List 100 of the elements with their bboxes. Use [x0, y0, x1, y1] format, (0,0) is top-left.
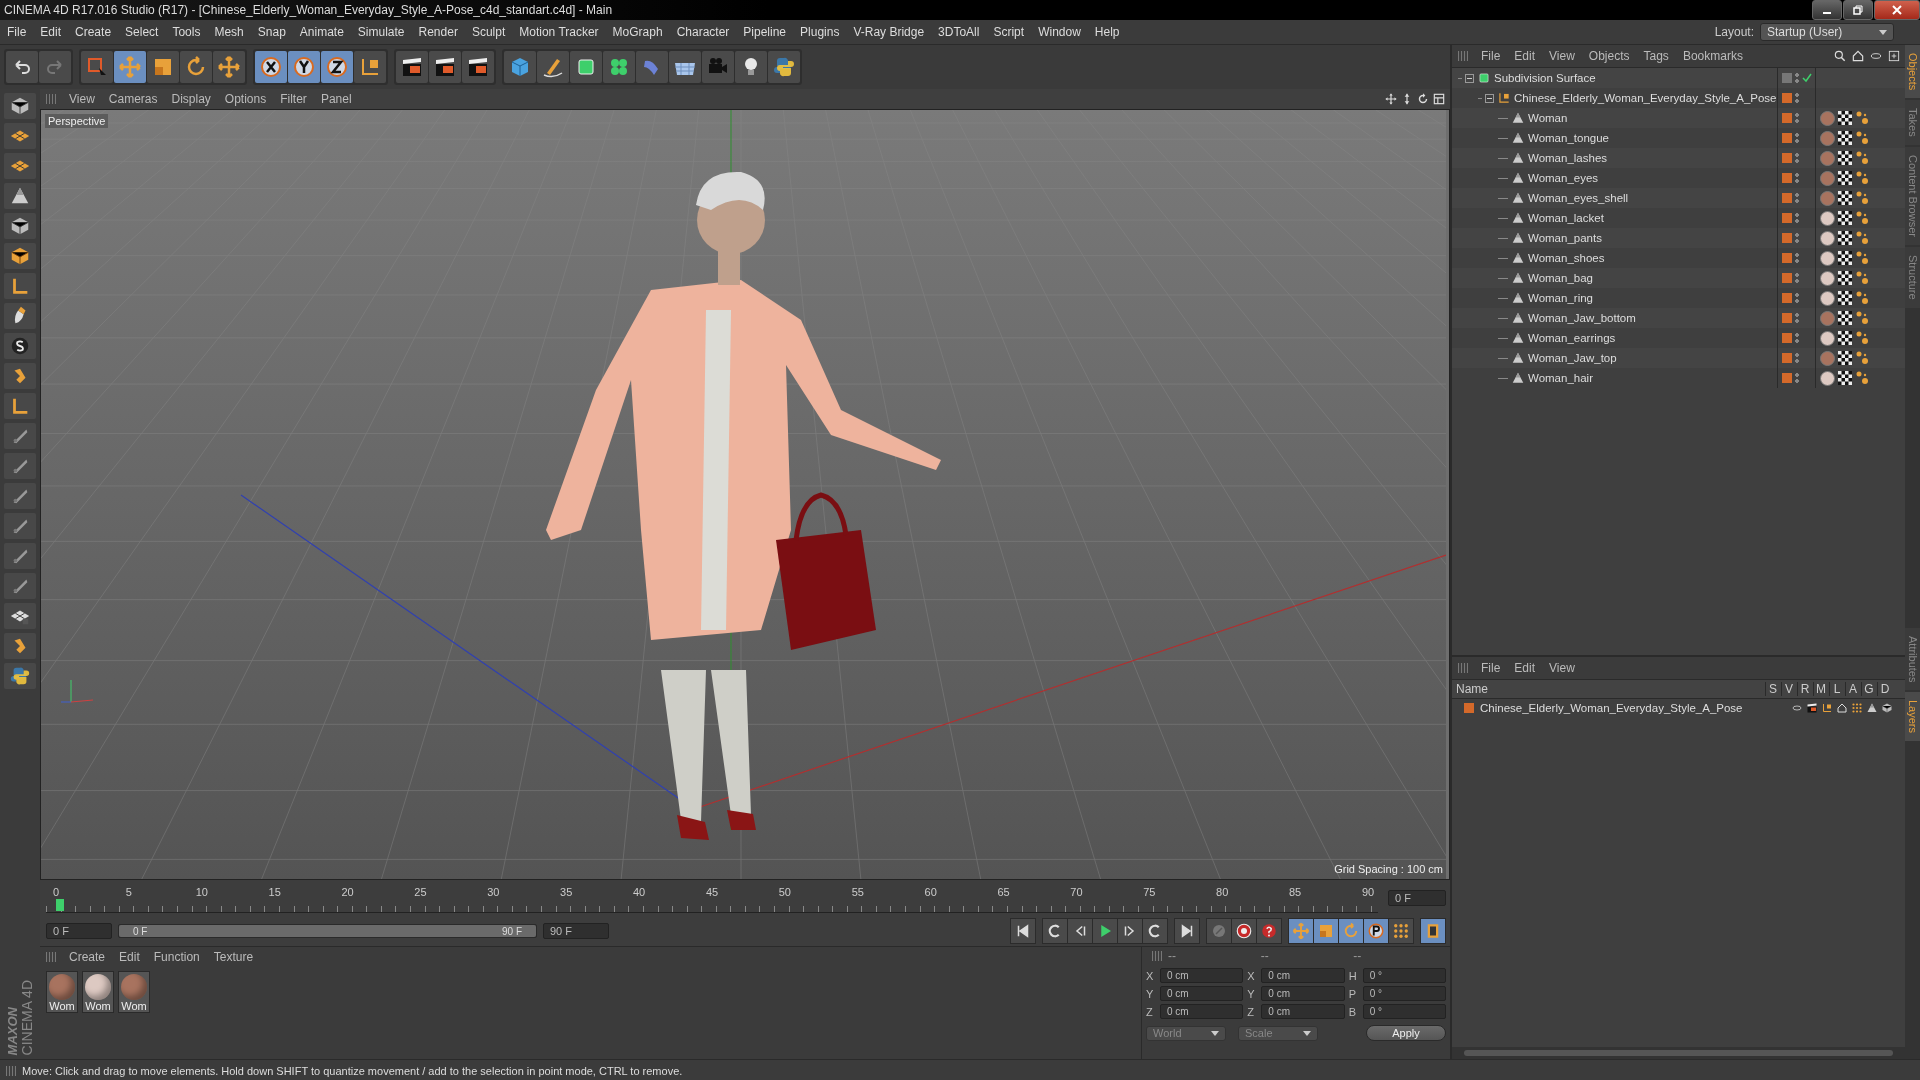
object-name[interactable]: Subdivision Surface: [1494, 72, 1596, 84]
last-frame-button[interactable]: [1175, 919, 1199, 943]
menu-item[interactable]: Render: [411, 25, 465, 39]
dots-tag-icon[interactable]: [1854, 151, 1869, 165]
viewport-menu-item[interactable]: Options: [217, 92, 274, 106]
rotate-button[interactable]: [180, 51, 212, 83]
eye-icon[interactable]: [1790, 702, 1803, 714]
dots-tag-icon[interactable]: [1854, 131, 1869, 145]
checker-tag-icon[interactable]: [1837, 251, 1852, 265]
object-name[interactable]: Woman_Jaw_top: [1528, 352, 1617, 364]
undo-button[interactable]: [6, 51, 38, 83]
menu-item[interactable]: Sculpt: [464, 25, 513, 39]
material-tag-icon[interactable]: [1819, 370, 1835, 386]
switch-view-icon[interactable]: [1432, 92, 1446, 106]
material-tag-icon[interactable]: [1819, 290, 1835, 306]
menu-item[interactable]: Plugins: [793, 25, 847, 39]
model-mode-button[interactable]: [4, 93, 36, 119]
knife-button[interactable]: [4, 483, 36, 509]
layout-dropdown[interactable]: Startup (User): [1760, 23, 1894, 41]
object-menu-item[interactable]: Objects: [1581, 49, 1637, 63]
coordinate-field[interactable]: 0 °: [1362, 986, 1446, 1001]
visibility-dots[interactable]: [1794, 272, 1799, 284]
visibility-dots[interactable]: [1794, 112, 1799, 124]
menu-item[interactable]: Edit: [33, 25, 69, 39]
dots-tag-icon[interactable]: [1854, 251, 1869, 265]
object-name[interactable]: Woman_earrings: [1528, 332, 1616, 344]
previous-key-button[interactable]: [1043, 919, 1067, 943]
layer-name[interactable]: Chinese_Elderly_Woman_Everyday_Style_A_Pose: [1480, 702, 1785, 714]
object-name[interactable]: Woman: [1528, 112, 1568, 124]
texture-mode-button[interactable]: [4, 123, 36, 149]
apply-button[interactable]: Apply: [1366, 1025, 1446, 1041]
checker-tag-icon[interactable]: [1837, 211, 1852, 225]
tweak-button[interactable]: [4, 303, 36, 329]
visibility-dots[interactable]: [1794, 292, 1799, 304]
parameter-key-button[interactable]: [1364, 919, 1388, 943]
dots-tag-icon[interactable]: [1854, 171, 1869, 185]
object-name[interactable]: Woman_ring: [1528, 292, 1593, 304]
grid-lock-button[interactable]: [4, 603, 36, 629]
clapper-icon[interactable]: [1805, 702, 1818, 714]
checker-tag-icon[interactable]: [1837, 291, 1852, 305]
menu-item[interactable]: V-Ray Bridge: [846, 25, 932, 39]
checker-tag-icon[interactable]: [1837, 311, 1852, 325]
workplane-axis-button[interactable]: [4, 393, 36, 419]
cloner-button[interactable]: [603, 51, 635, 83]
checker-tag-icon[interactable]: [1837, 151, 1852, 165]
timeline-button[interactable]: [1421, 919, 1445, 943]
python-button[interactable]: [4, 663, 36, 689]
minimize-button[interactable]: [1812, 0, 1842, 20]
object-name[interactable]: Woman_shoes: [1528, 252, 1605, 264]
restore-button[interactable]: [1843, 0, 1873, 20]
object-name[interactable]: Woman_Jaw_bottom: [1528, 312, 1636, 324]
dots-tag-icon[interactable]: [1854, 291, 1869, 305]
render-button[interactable]: [429, 51, 461, 83]
visibility-dots[interactable]: [1794, 72, 1799, 84]
menu-item[interactable]: Animate: [292, 25, 351, 39]
grip-handle[interactable]: [1458, 663, 1468, 673]
viewport-menu-item[interactable]: Panel: [313, 92, 359, 106]
previous-frame-button[interactable]: [1068, 919, 1092, 943]
dots-tag-icon[interactable]: [1854, 351, 1869, 365]
coordinate-field[interactable]: 0 cm: [1160, 986, 1244, 1001]
object-name[interactable]: Chinese_Elderly_Woman_Everyday_Style_A_Pose: [1514, 92, 1777, 104]
close-button[interactable]: [1874, 0, 1920, 20]
visibility-dots[interactable]: [1794, 332, 1799, 344]
viewport-menu-item[interactable]: View: [62, 92, 102, 106]
object-name[interactable]: Woman_lashes: [1528, 152, 1608, 164]
coordinate-field[interactable]: 0 cm: [1261, 968, 1345, 983]
next-frame-button[interactable]: [1118, 919, 1142, 943]
checker-tag-icon[interactable]: [1837, 131, 1852, 145]
autokey-button[interactable]: [1257, 919, 1281, 943]
visibility-dots[interactable]: [1794, 152, 1799, 164]
subdivision-button[interactable]: [570, 51, 602, 83]
visibility-dots[interactable]: [1794, 212, 1799, 224]
object-name[interactable]: Woman_eyes_shell: [1528, 192, 1629, 204]
knife-button[interactable]: [4, 453, 36, 479]
viewport-menu-item[interactable]: Filter: [273, 92, 314, 106]
material-menu-item[interactable]: Texture: [206, 950, 261, 964]
menu-item[interactable]: Character: [669, 25, 737, 39]
pen-button[interactable]: [537, 51, 569, 83]
checker-tag-icon[interactable]: [1837, 111, 1852, 125]
material-menu-item[interactable]: Create: [62, 950, 113, 964]
material-tag-icon[interactable]: [1819, 270, 1835, 286]
grip-handle[interactable]: [6, 1066, 16, 1076]
light-bulb-button[interactable]: [735, 51, 767, 83]
visibility-dots[interactable]: [1794, 172, 1799, 184]
viewport-menu-item[interactable]: Cameras: [101, 92, 165, 106]
dots-tag-icon[interactable]: [1854, 211, 1869, 225]
dots-icon[interactable]: [1850, 702, 1863, 714]
python-button[interactable]: [768, 51, 800, 83]
knife-button[interactable]: [4, 573, 36, 599]
play-button[interactable]: [1093, 919, 1117, 943]
deformer-button[interactable]: [636, 51, 668, 83]
material-tag-icon[interactable]: [1819, 230, 1835, 246]
current-frame-field[interactable]: 0 F: [1388, 890, 1446, 906]
horizontal-scrollbar[interactable]: [1464, 1050, 1893, 1056]
menu-item[interactable]: Motion Tracker: [512, 25, 606, 39]
material-menu-item[interactable]: Edit: [112, 950, 147, 964]
coordinate-system-button[interactable]: [354, 51, 386, 83]
object-name[interactable]: Woman_hair: [1528, 372, 1593, 384]
knife-button[interactable]: [4, 423, 36, 449]
rotate-view-icon[interactable]: [1416, 92, 1430, 106]
